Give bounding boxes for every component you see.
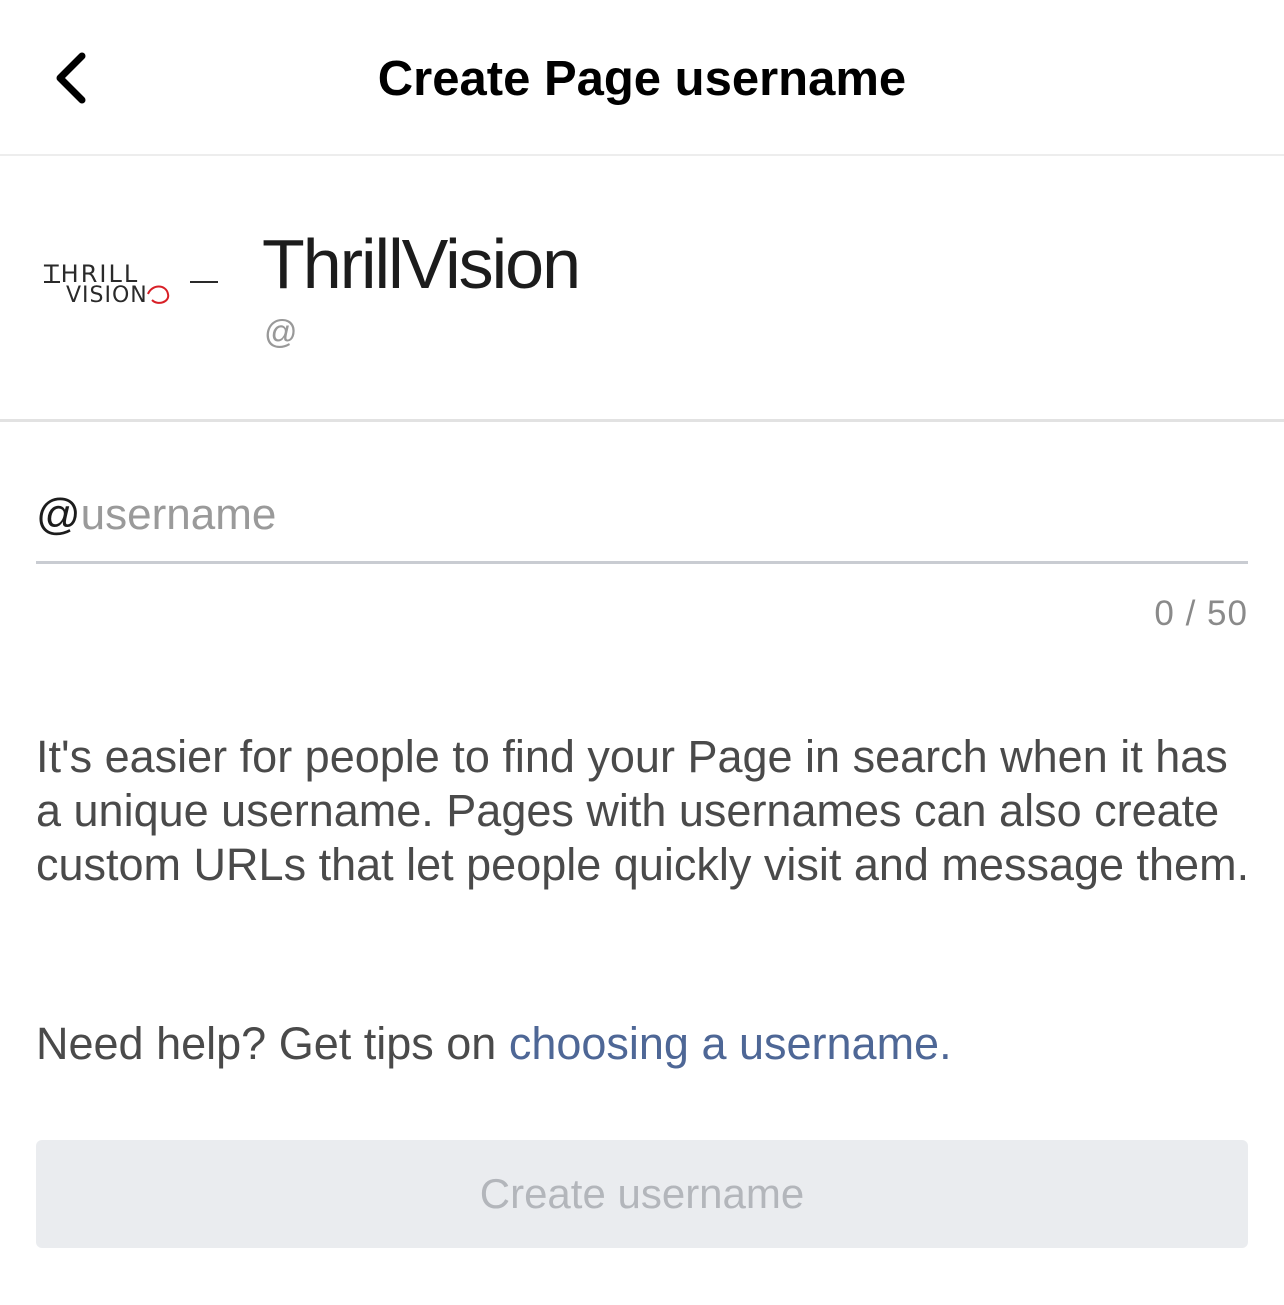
username-description: It's easier for people to find your Page… xyxy=(36,731,1250,890)
create-username-button[interactable]: Create username xyxy=(36,1140,1248,1248)
navigation-header: Create Page username xyxy=(0,0,1284,156)
page-title: Create Page username xyxy=(377,52,907,106)
username-input[interactable] xyxy=(80,484,1248,561)
page-name: ThrillVision xyxy=(262,225,581,303)
create-username-screen: Create Page username THRILL VISION Thril… xyxy=(0,0,1284,1305)
username-at-prefix: @ xyxy=(36,489,81,539)
character-counter: 0 / 50 xyxy=(1154,594,1248,633)
help-text-prefix: Need help? Get tips on xyxy=(36,1018,509,1069)
page-handle: @ xyxy=(264,313,298,350)
username-field[interactable]: @ xyxy=(36,484,1248,564)
thrillvision-logo: THRILL VISION xyxy=(43,260,218,308)
logo-text-bottom: VISION xyxy=(66,283,148,308)
help-text: Need help? Get tips on choosing a userna… xyxy=(36,1016,1256,1072)
page-profile-section: THRILL VISION ThrillVision @ xyxy=(0,156,1284,422)
choosing-username-link[interactable]: choosing a username. xyxy=(509,1018,952,1069)
